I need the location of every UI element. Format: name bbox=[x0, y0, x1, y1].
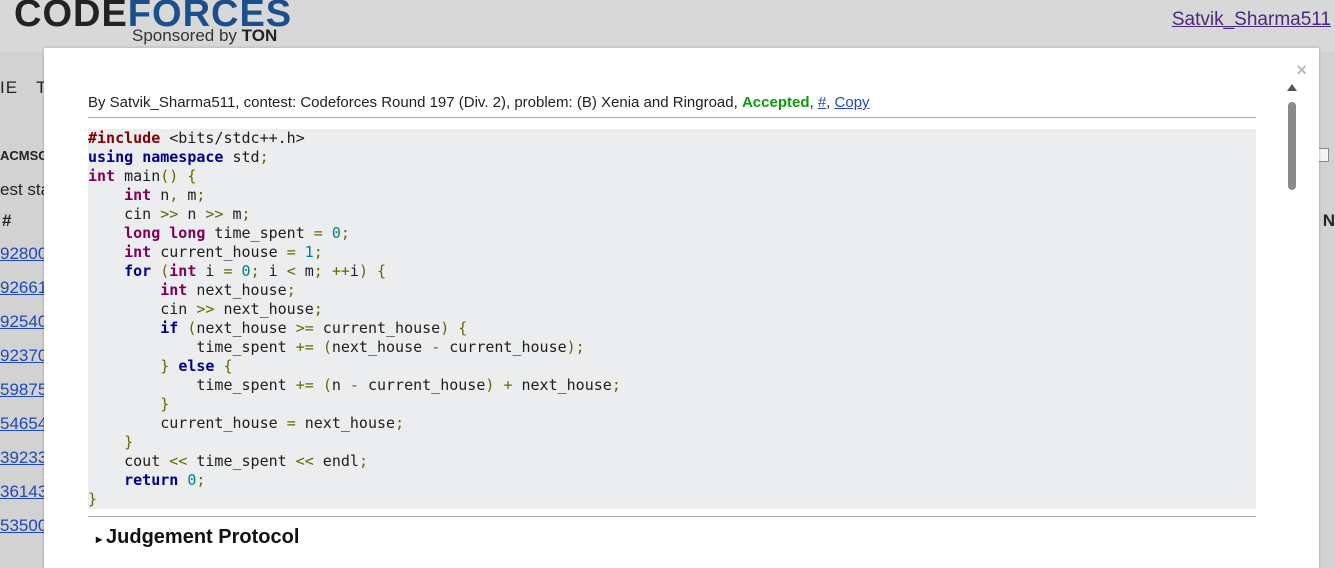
code-line: time_spent += (next_house - current_hous… bbox=[88, 338, 585, 356]
logo-code-text: CODE bbox=[14, 0, 128, 35]
code-line: } bbox=[160, 395, 170, 413]
divider bbox=[88, 516, 1256, 517]
code-line: time_spent += (n - current_house) + next… bbox=[88, 376, 621, 394]
submission-id-list: 92800 92661 92540 92370 59875 54654 3923… bbox=[0, 244, 47, 550]
meta-separator: , bbox=[809, 94, 818, 111]
column-header-id: # bbox=[2, 211, 12, 230]
submission-id-link[interactable]: 36143 bbox=[0, 482, 47, 516]
source-code-block[interactable]: #include <bits/stdc++.h> using namespace … bbox=[88, 129, 1256, 509]
code-line: using namespace std; bbox=[88, 148, 269, 166]
code-line: cin >> next_house; bbox=[88, 300, 323, 318]
code-line: #include <bits/stdc++.h> bbox=[88, 129, 305, 147]
code-line: if (next_house >= current_house) { bbox=[160, 319, 468, 337]
submission-id-link[interactable]: 92370 bbox=[0, 346, 47, 380]
code-line: int n, m; bbox=[124, 186, 206, 204]
copy-link[interactable]: Copy bbox=[835, 94, 870, 111]
code-line: } else { bbox=[160, 357, 233, 375]
code-line: long long time_spent = 0; bbox=[124, 224, 350, 242]
verdict-accepted: Accepted bbox=[741, 94, 810, 111]
source-code: #include <bits/stdc++.h> using namespace … bbox=[88, 129, 1256, 509]
submission-meta: By Satvik_Sharma511, contest: Codeforces… bbox=[88, 94, 1256, 118]
submission-id-link[interactable]: 54654 bbox=[0, 414, 47, 448]
judgement-protocol-title: Judgement Protocol bbox=[106, 526, 300, 548]
code-line: int next_house; bbox=[160, 281, 296, 299]
submission-source-modal: × By Satvik_Sharma511, contest: Codeforc… bbox=[44, 48, 1319, 568]
submission-id-link[interactable]: 39233 bbox=[0, 448, 47, 482]
code-line: cout << time_spent << endl; bbox=[88, 452, 368, 470]
sponsor-prefix: Sponsored by bbox=[132, 26, 237, 45]
column-header-memory: N bbox=[1322, 211, 1335, 230]
permalink-link[interactable]: # bbox=[818, 94, 826, 111]
submission-id-link[interactable]: 53500 bbox=[0, 516, 47, 550]
code-line: int current_house = 1; bbox=[124, 243, 323, 261]
submission-id-link[interactable]: 92800 bbox=[0, 244, 47, 278]
submission-meta-text: By Satvik_Sharma511, contest: Codeforces… bbox=[88, 94, 742, 111]
code-line: for (int i = 0; i < m; ++i) { bbox=[124, 262, 387, 280]
user-profile-link[interactable]: Satvik_Sharma511 bbox=[1172, 9, 1331, 31]
sponsor-name: TON bbox=[241, 26, 278, 45]
code-line: } bbox=[88, 490, 98, 508]
sponsor-text: Sponsored by TON bbox=[132, 26, 277, 46]
contest-status-title: est sta bbox=[0, 180, 51, 199]
code-line: return 0; bbox=[124, 471, 206, 489]
submission-id-link[interactable]: 92661 bbox=[0, 278, 47, 312]
code-line: } bbox=[124, 433, 134, 451]
code-line: cin >> n >> m; bbox=[88, 205, 251, 223]
scroll-up-arrow-icon[interactable] bbox=[1287, 84, 1297, 91]
close-icon[interactable]: × bbox=[1296, 60, 1307, 81]
submission-id-link[interactable]: 59875 bbox=[0, 380, 47, 414]
code-line: current_house = next_house; bbox=[88, 414, 405, 432]
meta-separator: , bbox=[826, 94, 835, 111]
submission-id-link[interactable]: 92540 bbox=[0, 312, 47, 346]
code-line: int main() { bbox=[88, 167, 197, 185]
expand-arrow-icon: ▸ bbox=[96, 532, 103, 546]
scrollbar-thumb[interactable] bbox=[1288, 102, 1296, 190]
modal-scrollbar[interactable] bbox=[1285, 84, 1299, 568]
menu-item-home[interactable]: IE bbox=[0, 78, 18, 97]
